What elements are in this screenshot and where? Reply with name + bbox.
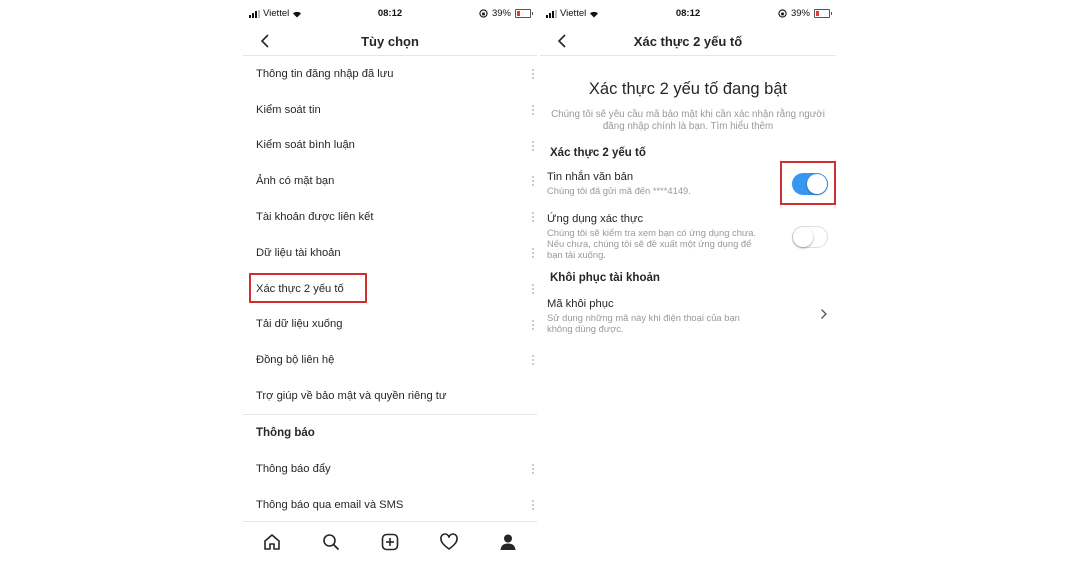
tab-profile[interactable]	[496, 530, 520, 554]
tab-activity[interactable]	[437, 530, 461, 554]
option-title: Ứng dụng xác thực	[547, 212, 644, 225]
divider-dots	[532, 103, 534, 115]
battery-label: 39%	[491, 8, 511, 19]
option-text-message: Tin nhắn văn bản Chúng tôi đã gửi mã đến…	[540, 161, 836, 206]
carrier-label: Viettel	[263, 8, 290, 19]
menu-item-account-data[interactable]: Dữ liệu tài khoản	[243, 235, 537, 271]
menu-item-email-sms[interactable]: Thông báo qua email và SMS	[243, 487, 537, 523]
option-title: Mã khôi phục	[547, 297, 614, 310]
menu-item-linked-accounts[interactable]: Tài khoản được liên kết	[243, 199, 537, 235]
option-recovery-codes[interactable]: Mã khôi phục Sử dụng những mã này khi đi…	[540, 298, 836, 334]
divider-dots	[532, 68, 534, 79]
signal-icon	[249, 9, 260, 18]
divider-dots	[532, 354, 534, 366]
tfa-description: Chúng tôi sẽ yêu cầu mã bảo mật khi cần …	[551, 109, 825, 133]
divider-dots	[532, 139, 534, 151]
tab-search[interactable]	[319, 530, 343, 554]
section-header-account-recovery: Khôi phục tài khoản	[550, 271, 660, 284]
divider-dots	[532, 211, 534, 223]
menu-item-privacy-help[interactable]: Trợ giúp về bảo mật và quyền riêng tư	[243, 378, 537, 414]
two-factor-screen: Viettel 08:12 39% Xác thực 2 yếu tố Xác …	[540, 0, 836, 562]
status-bar: Viettel 08:12 39%	[243, 0, 537, 27]
orientation-lock-icon	[479, 9, 488, 18]
divider-dots	[532, 246, 534, 258]
tab-home[interactable]	[260, 530, 284, 554]
wifi-icon	[293, 11, 302, 17]
nav-bar: Tùy chọn	[243, 27, 537, 56]
nav-bar: Xác thực 2 yếu tố	[540, 27, 836, 56]
status-bar: Viettel 08:12 39%	[540, 0, 836, 27]
page-title: Tùy chọn	[361, 33, 419, 49]
carrier-label: Viettel	[560, 8, 587, 19]
option-description: Chúng tôi đã gửi mã đến ****4149.	[547, 185, 691, 197]
menu-item-contacts-sync[interactable]: Đồng bộ liên hệ	[243, 342, 537, 378]
auth-app-toggle[interactable]	[792, 225, 828, 248]
battery-label: 39%	[790, 8, 810, 19]
menu-item-push-notifications[interactable]: Thông báo đẩy	[243, 451, 537, 487]
orientation-lock-icon	[778, 9, 787, 18]
profile-icon	[500, 534, 516, 550]
section-header-notifications: Thông báo	[256, 426, 315, 439]
battery-icon	[814, 9, 832, 18]
signal-icon	[546, 9, 557, 18]
menu-item-comment-controls[interactable]: Kiểm soát bình luận	[243, 128, 537, 164]
back-icon[interactable]	[554, 31, 572, 51]
divider-dots	[532, 282, 534, 294]
menu-item-saved-login[interactable]: Thông tin đăng nhập đã lưu	[243, 56, 537, 92]
toggle-knob	[793, 226, 813, 247]
highlight-box-two-factor	[249, 273, 367, 303]
add-post-icon	[381, 533, 399, 551]
menu-item-download-data[interactable]: Tải dữ liệu xuống	[243, 307, 537, 343]
page-title: Xác thực 2 yếu tố	[633, 33, 743, 49]
option-auth-app: Ứng dụng xác thực Chúng tôi sẽ kiểm tra …	[540, 213, 836, 260]
option-description: Chúng tôi sẽ kiểm tra xem bạn có ứng dụn…	[547, 226, 757, 260]
section-header-two-factor: Xác thực 2 yếu tố	[550, 147, 646, 160]
highlight-box-sms-toggle	[780, 161, 836, 206]
option-description: Sử dụng những mã này khi điện thoại của …	[547, 311, 740, 334]
menu-item-photos-of-you[interactable]: Ảnh có mặt bạn	[243, 163, 537, 199]
divider-dots	[532, 318, 534, 330]
menu-item-story-controls[interactable]: Kiểm soát tin	[243, 92, 537, 128]
search-icon	[323, 534, 340, 550]
battery-icon	[515, 9, 533, 18]
bottom-tab-bar	[243, 521, 537, 562]
tab-add[interactable]	[378, 530, 402, 554]
wifi-icon	[590, 11, 599, 17]
tfa-status-heading: Xác thực 2 yếu tố đang bật	[588, 80, 788, 98]
home-icon	[264, 534, 281, 550]
options-screen: Viettel 08:12 39% Tùy chọn Thông tin đăn…	[243, 0, 537, 562]
chevron-right-icon[interactable]	[820, 308, 828, 320]
divider-dots	[532, 498, 534, 510]
heart-icon	[439, 533, 458, 550]
divider-dots	[532, 175, 534, 187]
back-icon[interactable]	[257, 31, 275, 51]
divider-dots	[532, 462, 534, 474]
